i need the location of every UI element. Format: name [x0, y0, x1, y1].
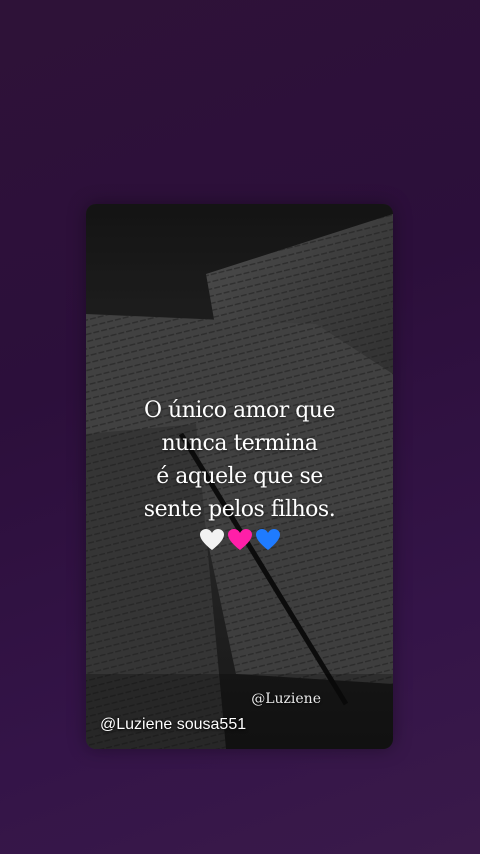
screen: { "quote": { "line1": "O único amor que"… — [0, 0, 480, 854]
card-watermark: @Luziene — [251, 691, 321, 707]
quote-line-4: sente pelos filhos. — [143, 497, 336, 522]
quote-text: O único amor que nunca termina é aquele … — [86, 394, 393, 552]
quote-line-2: nunca termina — [161, 431, 319, 456]
post-card[interactable]: O único amor que nunca termina é aquele … — [86, 204, 393, 749]
quote-line-3: é aquele que se — [156, 464, 323, 489]
user-watermark[interactable]: @Luziene sousa551 — [100, 716, 246, 734]
quote-line-1: O único amor que — [144, 398, 335, 423]
blue-heart-icon — [255, 529, 280, 550]
pink-heart-icon — [227, 529, 252, 550]
hearts-row — [86, 528, 393, 552]
white-heart-icon — [199, 529, 224, 550]
